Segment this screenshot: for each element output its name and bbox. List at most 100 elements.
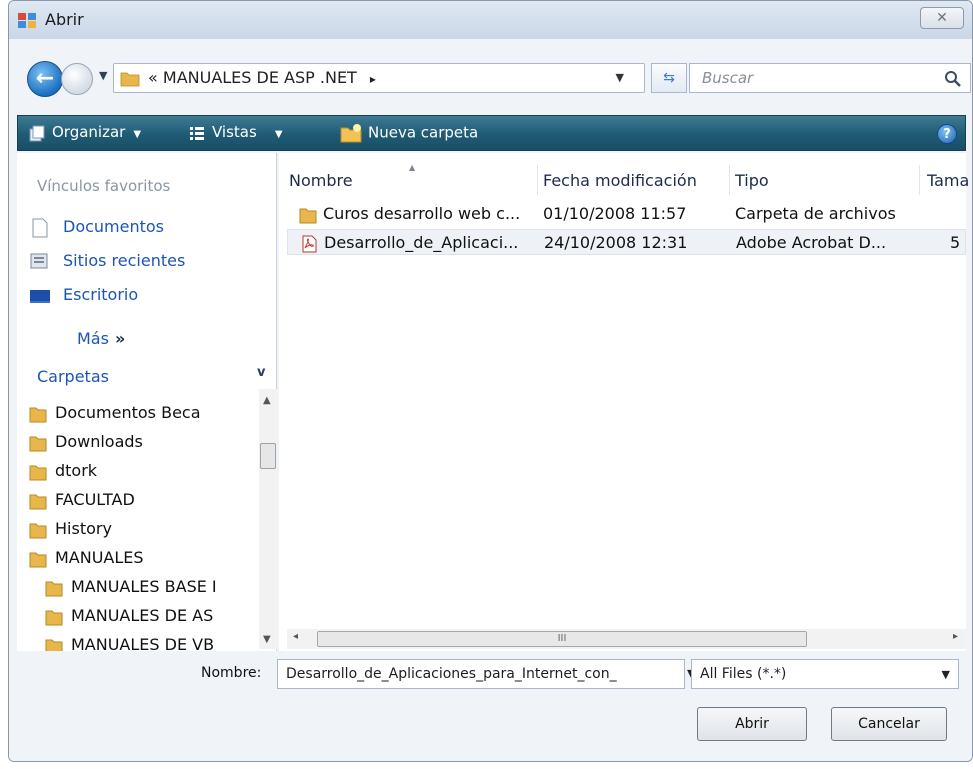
table-row[interactable]: Curos desarrollo web c... 01/10/2008 11:… (287, 201, 966, 227)
dialog-footer: Nombre: Desarrollo_de_Aplicaciones_para_… (9, 651, 972, 761)
help-icon[interactable]: ? (937, 124, 957, 144)
organize-label: Organizar (52, 123, 126, 141)
chevron-down-icon: ▼ (941, 668, 950, 681)
folder-icon (29, 465, 47, 480)
forward-button[interactable] (61, 63, 93, 95)
column-divider[interactable] (729, 165, 730, 195)
column-divider[interactable] (537, 165, 538, 195)
column-header-size[interactable]: Tama (927, 171, 969, 190)
tree-item[interactable]: MANUALES BASE I (45, 577, 217, 597)
scroll-thumb[interactable]: III (317, 631, 807, 647)
file-date: 01/10/2008 11:57 (543, 204, 687, 223)
folder-icon (29, 494, 47, 509)
sort-ascending-icon: ▲ (409, 163, 416, 172)
tree-item[interactable]: History (29, 519, 112, 539)
organize-icon (29, 125, 45, 141)
more-link[interactable]: Más» (77, 329, 125, 348)
history-dropdown-icon[interactable]: ▼ (99, 69, 107, 82)
file-name-label: Nombre: (201, 665, 262, 681)
app-icon (18, 13, 36, 28)
organize-button[interactable]: Organizar ▼ (28, 123, 141, 142)
tree-item[interactable]: Downloads (29, 432, 143, 452)
folder-icon (29, 436, 47, 451)
table-row[interactable]: Desarrollo_de_Aplicaci... 24/10/2008 12:… (287, 229, 966, 255)
close-button[interactable]: ✕ (920, 7, 964, 29)
file-date: 24/10/2008 12:31 (544, 233, 688, 252)
address-separator[interactable]: ▸ (370, 72, 376, 86)
scroll-right-icon[interactable]: ▸ (953, 631, 958, 642)
pdf-icon (302, 235, 317, 252)
title-bar: Abrir ✕ (9, 1, 972, 39)
open-dialog: Abrir ✕ ← ▼ « MANUALES DE ASP .NET ▸ ▼ ⇆… (8, 0, 973, 762)
search-box[interactable]: Buscar (689, 63, 971, 93)
tree-item[interactable]: MANUALES DE VB (45, 635, 214, 651)
window-title: Abrir (45, 10, 84, 29)
folder-icon (45, 639, 63, 651)
tree-item[interactable]: FACULTAD (29, 490, 135, 510)
file-name: Curos desarrollo web c... (323, 204, 521, 223)
scroll-left-icon[interactable]: ◂ (293, 631, 298, 642)
desktop-icon (30, 289, 50, 303)
tree-item[interactable]: MANUALES (29, 548, 144, 568)
file-name-input[interactable]: Desarrollo_de_Aplicaciones_para_Internet… (277, 659, 685, 689)
new-folder-button[interactable]: Nueva carpeta (340, 123, 478, 143)
close-icon: ✕ (936, 10, 948, 26)
scroll-down-icon[interactable]: ▼ (263, 634, 271, 645)
address-bar[interactable]: « MANUALES DE ASP .NET ▸ ▼ (113, 63, 645, 93)
scroll-up-icon[interactable]: ▲ (263, 395, 271, 406)
search-input[interactable]: Buscar (702, 69, 753, 87)
favorite-label: Sitios recientes (63, 251, 186, 270)
folder-icon (45, 581, 63, 596)
folder-icon (120, 72, 140, 87)
open-button[interactable]: Abrir (697, 707, 807, 741)
favorite-sitios-recientes[interactable]: Sitios recientes (29, 251, 185, 272)
folder-icon (29, 552, 47, 567)
new-folder-icon (340, 124, 362, 143)
file-name: Desarrollo_de_Aplicaci... (324, 233, 519, 252)
refresh-button[interactable]: ⇆ (651, 63, 687, 93)
views-dropdown-icon: ▼ (274, 129, 283, 140)
organize-dropdown-icon: ▼ (133, 129, 142, 140)
file-type: Adobe Acrobat D... (736, 233, 887, 252)
column-header-name[interactable]: Nombre (289, 171, 353, 190)
address-path[interactable]: MANUALES DE ASP .NET (163, 68, 357, 87)
address-prefix[interactable]: « (148, 68, 158, 87)
back-button[interactable]: ← (27, 61, 63, 97)
views-button[interactable]: Vistas ▼ (188, 123, 283, 142)
chevron-down-icon[interactable]: v (257, 365, 265, 380)
file-size: 5 (950, 233, 961, 252)
search-icon[interactable] (944, 70, 962, 88)
tree-item[interactable]: MANUALES DE AS (45, 606, 213, 626)
column-header-date[interactable]: Fecha modificación (543, 171, 697, 190)
favorite-label: Documentos (63, 217, 165, 236)
folders-header[interactable]: Carpetas (37, 367, 109, 386)
new-folder-label: Nueva carpeta (368, 123, 479, 142)
file-list: ▲ Nombre Fecha modificación Tipo Tama Cu… (279, 153, 969, 651)
horizontal-scrollbar[interactable]: ◂ III ▸ (287, 629, 966, 649)
views-icon (190, 126, 204, 140)
folder-icon (29, 523, 47, 538)
document-icon (32, 218, 48, 237)
column-divider[interactable] (919, 165, 920, 195)
cancel-button[interactable]: Cancelar (831, 707, 947, 741)
back-arrow-icon: ← (35, 66, 55, 91)
double-chevron-icon: » (114, 329, 126, 348)
file-type-select[interactable]: All Files (*.*) ▼ (691, 659, 959, 689)
favorite-label: Escritorio (63, 285, 139, 304)
favorites-header: Vínculos favoritos (37, 177, 171, 195)
tree-item[interactable]: Documentos Beca (29, 403, 201, 423)
folder-icon (45, 610, 63, 625)
views-label: Vistas (212, 123, 257, 141)
navigation-pane: Vínculos favoritos Documentos Sitios rec… (17, 153, 277, 651)
column-header-type[interactable]: Tipo (735, 171, 769, 190)
scroll-thumb[interactable] (260, 443, 276, 469)
folders-scrollbar[interactable]: ▲ ▼ (259, 389, 277, 649)
favorite-documentos[interactable]: Documentos (29, 217, 164, 238)
address-dropdown-icon[interactable]: ▼ (616, 71, 624, 84)
navigation-bar: ← ▼ « MANUALES DE ASP .NET ▸ ▼ ⇆ Buscar (9, 41, 972, 111)
command-toolbar: Organizar ▼ Vistas ▼ Nueva carpeta ? (17, 115, 966, 151)
refresh-icon: ⇆ (663, 70, 675, 86)
tree-item[interactable]: dtork (29, 461, 97, 481)
recent-sites-icon (30, 253, 48, 268)
favorite-escritorio[interactable]: Escritorio (29, 285, 138, 306)
